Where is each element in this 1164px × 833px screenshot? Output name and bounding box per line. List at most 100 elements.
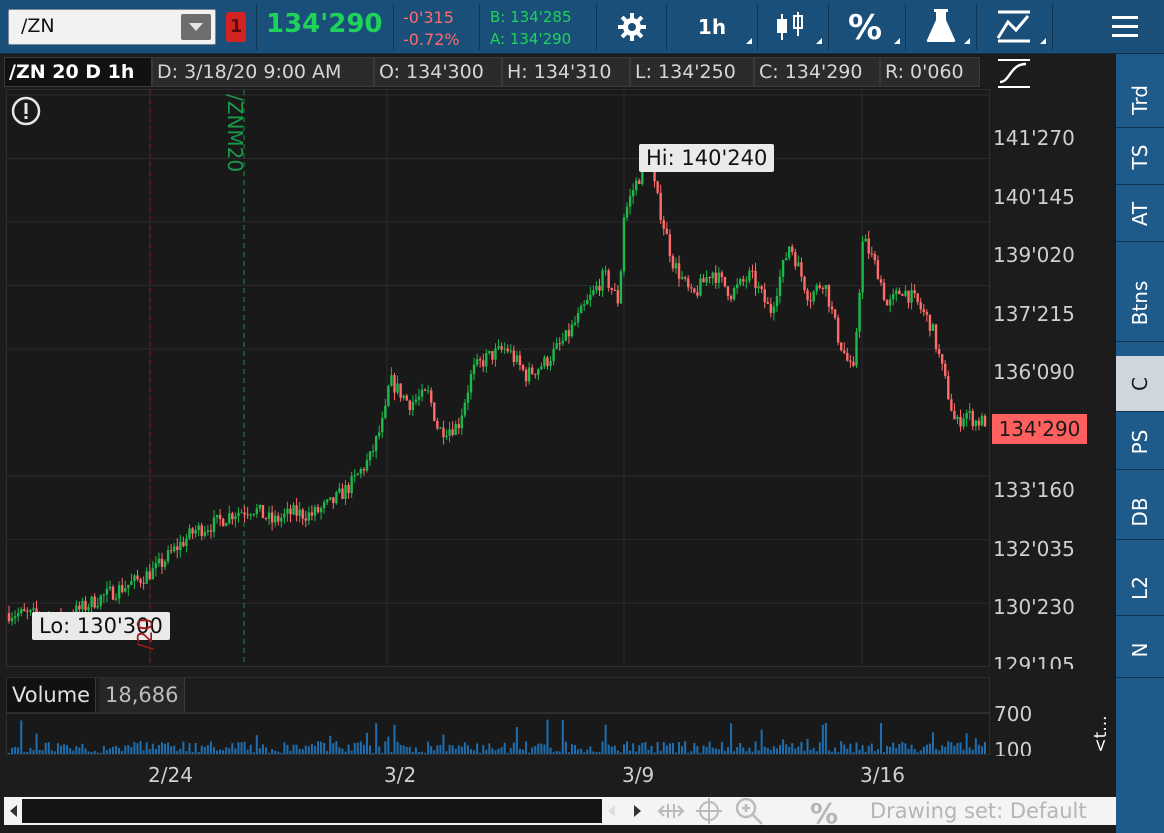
drawing-set-selector[interactable]: Drawing set: Default xyxy=(870,799,1087,823)
tab-n[interactable]: N xyxy=(1116,622,1164,678)
volume-bar xyxy=(586,749,589,754)
crosshair-icon[interactable] xyxy=(696,798,722,824)
symbol-link-badge[interactable]: 1 xyxy=(226,12,246,42)
candle-body xyxy=(494,348,497,360)
volume-chart[interactable] xyxy=(6,713,990,755)
volume-bar xyxy=(919,750,922,754)
symbol-input[interactable]: /ZN xyxy=(21,15,55,37)
volume-bar xyxy=(812,747,815,754)
candle-body xyxy=(729,296,733,300)
scroll-thumb[interactable] xyxy=(22,799,602,823)
zoom-icon[interactable] xyxy=(734,797,764,825)
candle-body xyxy=(127,584,130,589)
candle-body xyxy=(485,353,488,367)
candle-body xyxy=(518,355,522,366)
tab-db[interactable]: DB xyxy=(1116,484,1164,540)
volume-bar xyxy=(179,748,182,754)
scroll-left-end-arrow[interactable] xyxy=(608,805,615,817)
volume-bar xyxy=(108,748,111,754)
collapse-panel-tab[interactable]: <t... xyxy=(1088,712,1114,756)
candle-body xyxy=(81,600,84,610)
candle-body xyxy=(735,284,739,289)
candle-body xyxy=(13,616,17,619)
alert-icon[interactable] xyxy=(11,96,41,130)
candle-body xyxy=(430,390,433,403)
bar-range: R: 0'060 xyxy=(880,57,980,87)
candle-body xyxy=(289,508,292,515)
scroll-left-arrow[interactable] xyxy=(10,805,17,817)
chart-style-curve-icon[interactable] xyxy=(996,56,1032,90)
percent-view-button[interactable]: % xyxy=(830,6,904,48)
candle-body xyxy=(589,294,592,301)
aggregation-button[interactable]: 1h xyxy=(668,6,756,48)
drawings-button[interactable] xyxy=(980,6,1050,48)
volume-bar xyxy=(518,748,521,754)
volume-bar xyxy=(289,750,292,754)
price-chart[interactable]: Hi: 140'240 Lo: 130'300 /ZNM20 /20 xyxy=(6,89,990,667)
volume-bar xyxy=(515,727,518,754)
candle-body xyxy=(846,352,849,361)
candle-body xyxy=(772,306,776,313)
candle-body xyxy=(307,512,311,521)
tab-c[interactable]: C xyxy=(1116,356,1164,412)
volume-bar xyxy=(298,748,301,754)
studies-button[interactable] xyxy=(908,6,974,48)
volume-bar xyxy=(797,746,800,754)
volume-bar xyxy=(60,745,63,754)
tab-l2[interactable]: L2 xyxy=(1116,560,1164,616)
tab-trd[interactable]: Trd xyxy=(1116,72,1164,128)
candle-body xyxy=(546,357,549,366)
percent-icon[interactable]: % xyxy=(810,797,838,830)
volume-bar xyxy=(883,752,886,754)
volume-bar xyxy=(678,742,681,754)
volume-bar xyxy=(35,733,38,754)
candle-body xyxy=(151,568,154,580)
volume-bar xyxy=(500,747,503,754)
volume-bar xyxy=(574,745,577,754)
volume-bar xyxy=(546,719,549,754)
volume-bar xyxy=(44,742,47,754)
candle-body xyxy=(32,608,35,610)
pan-icon[interactable] xyxy=(656,799,686,823)
volume-bar xyxy=(843,744,846,754)
volume-bar xyxy=(439,744,442,754)
volume-bar xyxy=(714,748,717,754)
tab-btns[interactable]: Btns xyxy=(1116,264,1164,342)
time-axis[interactable]: 2/24 3/2 3/9 3/16 xyxy=(0,757,990,791)
tab-ps[interactable]: PS xyxy=(1116,414,1164,470)
volume-bar xyxy=(341,748,344,754)
candlestick-plot[interactable] xyxy=(7,90,990,667)
volume-bar xyxy=(601,741,604,754)
candle-body xyxy=(169,550,173,552)
candle-body xyxy=(142,582,145,584)
tab-at[interactable]: AT xyxy=(1116,186,1164,242)
time-scrollbar[interactable] xyxy=(4,797,650,825)
settings-button[interactable] xyxy=(600,6,664,48)
menu-button[interactable] xyxy=(1100,6,1150,48)
volume-bar xyxy=(133,742,136,754)
volume-label[interactable]: Volume xyxy=(7,678,97,712)
volume-bar xyxy=(200,745,203,754)
volume-bar xyxy=(356,742,359,754)
volume-bar xyxy=(105,749,108,754)
volume-bar xyxy=(430,746,433,754)
candle-body xyxy=(90,596,93,608)
candle-body xyxy=(876,260,880,280)
volume-bar xyxy=(488,743,491,754)
symbol-dropdown-button[interactable] xyxy=(181,14,211,40)
volume-bar xyxy=(534,746,537,754)
candle-body xyxy=(555,343,558,349)
bar-high: H: 134'310 xyxy=(502,57,630,87)
candle-body xyxy=(393,375,396,393)
candle-body xyxy=(448,429,451,436)
price-axis[interactable]: 141'270 140'145 139'020 137'215 136'090 … xyxy=(990,89,1114,669)
chart-style-button[interactable] xyxy=(760,6,826,48)
candle-body xyxy=(157,558,161,564)
candle-body xyxy=(362,469,366,471)
symbol-selector[interactable]: /ZN xyxy=(8,9,216,45)
tab-ts[interactable]: TS xyxy=(1116,129,1164,185)
scroll-right-arrow[interactable] xyxy=(634,805,641,817)
candle-body xyxy=(225,523,228,527)
candle-body xyxy=(515,355,519,363)
candle-body xyxy=(604,270,607,272)
